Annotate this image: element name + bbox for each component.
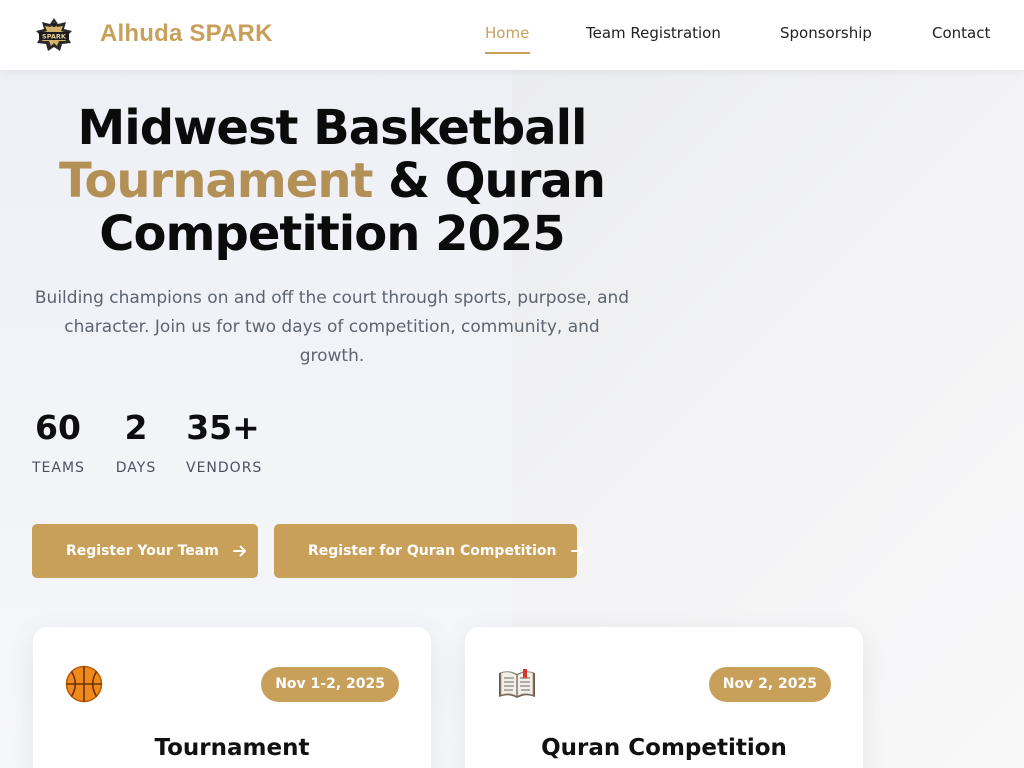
stat-days: 2 DAYS: [114, 408, 158, 476]
stat-teams-value: 60: [35, 408, 81, 447]
nav-sponsorship[interactable]: Sponsorship: [780, 24, 872, 42]
hero-title: Midwest Basketball Tournament & Quran Co…: [32, 102, 632, 261]
quran-date-badge: Nov 2, 2025: [708, 667, 831, 702]
hero-subtitle: Building champions on and off the court …: [34, 288, 630, 366]
register-quran-button[interactable]: Register for Quran Competition: [274, 524, 584, 578]
quran-card-title: Quran Competition: [541, 735, 787, 761]
stat-vendors-value: 35+: [186, 408, 260, 447]
svg-text:SPARK: SPARK: [42, 33, 67, 41]
brand-name[interactable]: Alhuda SPARK: [100, 20, 273, 48]
register-quran-label: Register for Quran Competition: [308, 543, 557, 559]
tournament-card[interactable]: Nov 1-2, 2025 Tournament: [33, 627, 431, 768]
register-team-button[interactable]: Register Your Team: [32, 524, 258, 578]
quran-competition-card[interactable]: Nov 2, 2025 Quran Competition: [465, 627, 863, 768]
basketball-icon: [65, 665, 105, 705]
nav-team-registration[interactable]: Team Registration: [586, 24, 721, 42]
hero-title-line1: Midwest Basketball: [77, 100, 587, 156]
stat-teams-label: TEAMS: [32, 460, 85, 476]
stat-teams: 60 TEAMS: [32, 408, 84, 476]
hero-title-line3: Competition 2025: [99, 206, 565, 262]
stat-days-label: DAYS: [115, 460, 157, 476]
top-navbar: SPARK Alhuda SPARK Home Team Registratio…: [0, 0, 1024, 70]
open-book-icon: [497, 665, 537, 705]
register-team-label: Register Your Team: [66, 543, 219, 559]
hero-title-line2: & Quran: [372, 153, 606, 209]
spark-crest-logo[interactable]: SPARK: [34, 17, 74, 53]
stat-vendors: 35+ VENDORS: [186, 408, 263, 476]
tournament-card-title: Tournament: [154, 735, 310, 761]
nav-home[interactable]: Home: [485, 24, 529, 42]
stat-days-value: 2: [124, 408, 148, 447]
stat-vendors-label: VENDORS: [186, 460, 263, 476]
arrow-right-icon: [232, 542, 247, 561]
arrow-right-icon: [570, 542, 585, 561]
nav-contact[interactable]: Contact: [932, 24, 990, 42]
tournament-date-badge: Nov 1-2, 2025: [261, 667, 399, 702]
hero-title-accent: Tournament: [59, 153, 373, 209]
nav-active-underline: [485, 52, 530, 54]
